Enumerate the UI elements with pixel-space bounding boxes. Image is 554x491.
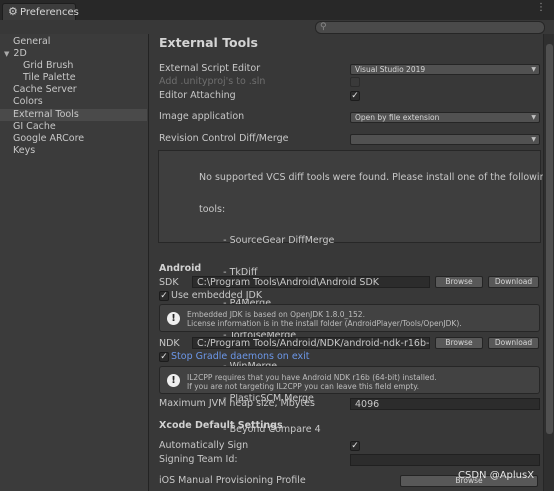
sidebar-item-label: General xyxy=(13,36,51,47)
add-unityproj-checkbox[interactable] xyxy=(350,77,360,87)
info-icon: ! xyxy=(167,312,180,325)
il2cpp-info-line: If you are not targeting IL2CPP you can … xyxy=(187,382,419,391)
checkmark-icon: ✓ xyxy=(160,291,168,301)
page-title: External Tools xyxy=(159,35,258,50)
sidebar-item-tile-palette[interactable]: Tile Palette xyxy=(0,72,147,84)
sidebar-item-label: Colors xyxy=(13,96,43,107)
window-menu-icon[interactable]: ⋮ xyxy=(536,3,546,13)
chevron-down-icon: ▼ xyxy=(531,66,536,73)
vertical-scrollbar[interactable] xyxy=(543,34,554,491)
ndk-download-button[interactable]: Download xyxy=(488,337,539,349)
jdk-info-line: Embedded JDK is based on OpenJDK 1.8.0_1… xyxy=(187,310,365,319)
info-icon: ! xyxy=(167,374,180,387)
scrollbar-thumb[interactable] xyxy=(546,44,553,434)
vcs-message-line: tools: xyxy=(199,203,226,215)
sdk-browse-button[interactable]: Browse xyxy=(435,276,483,288)
use-embedded-jdk-label: Use embedded JDK xyxy=(171,290,263,301)
search-input[interactable]: ⚲ xyxy=(315,21,545,34)
script-editor-dropdown[interactable]: Visual Studio 2019 ▼ xyxy=(350,64,540,75)
jdk-info-box: ! Embedded JDK is based on OpenJDK 1.8.0… xyxy=(159,304,540,332)
image-application-label: Image application xyxy=(159,111,245,122)
sdk-path-field[interactable]: C:\Program Tools\Android\Android SDK xyxy=(192,276,430,288)
sidebar-item-label: GI Cache xyxy=(13,121,56,132)
sidebar-item-gi-cache[interactable]: GI Cache xyxy=(0,121,147,133)
vcs-tool-item: - SourceGear DiffMerge xyxy=(199,235,335,246)
watermark: CSDN @AplusX xyxy=(458,470,535,481)
image-application-dropdown[interactable]: Open by file extension ▼ xyxy=(350,112,540,123)
external-tools-panel: External Tools External Script Editor Vi… xyxy=(149,34,552,491)
chevron-down-icon: ▼ xyxy=(531,136,536,143)
sidebar-item-label: Tile Palette xyxy=(23,72,76,83)
vcs-message-line: No supported VCS diff tools were found. … xyxy=(199,172,552,183)
sdk-download-button[interactable]: Download xyxy=(488,276,539,288)
il2cpp-info-line: IL2CPP requires that you have Android ND… xyxy=(187,373,437,382)
sidebar-item-keys[interactable]: Keys xyxy=(0,145,147,157)
auto-sign-checkbox[interactable]: ✓ xyxy=(350,441,360,451)
stop-gradle-label: Stop Gradle daemons on exit xyxy=(171,351,310,362)
add-unityproj-label: Add .unityproj's to .sln xyxy=(159,76,266,87)
dropdown-value: Visual Studio 2019 xyxy=(355,65,426,74)
jdk-info-line: License information is in the install fo… xyxy=(187,319,462,328)
ios-profile-label: iOS Manual Provisioning Profile xyxy=(159,475,306,486)
sidebar-item-label: Grid Brush xyxy=(23,60,74,71)
sidebar-item-2d[interactable]: ▼ 2D xyxy=(0,48,147,60)
jvm-heap-field[interactable]: 4096 xyxy=(350,398,540,410)
editor-attaching-checkbox[interactable]: ✓ xyxy=(350,91,360,101)
tab-preferences[interactable]: ⚙ Preferences xyxy=(2,3,79,21)
tab-title: Preferences xyxy=(20,7,79,18)
vcs-message-box: No supported VCS diff tools were found. … xyxy=(158,150,552,435)
foldout-arrow-icon[interactable]: ▼ xyxy=(0,50,9,58)
sidebar-item-general[interactable]: General xyxy=(0,36,147,48)
preferences-sidebar: General ▼ 2D Grid Brush Tile Palette Cac… xyxy=(0,34,149,491)
checkmark-icon: ✓ xyxy=(351,441,359,451)
script-editor-label: External Script Editor xyxy=(159,63,261,74)
auto-sign-label: Automatically Sign xyxy=(159,440,249,451)
gear-icon: ⚙ xyxy=(8,5,18,18)
xcode-section-title: Xcode Default Settings xyxy=(159,420,283,431)
editor-attaching-label: Editor Attaching xyxy=(159,90,236,101)
il2cpp-info-box: ! IL2CPP requires that you have Android … xyxy=(159,366,540,394)
sidebar-item-google-arcore[interactable]: Google ARCore xyxy=(0,133,147,145)
sdk-label: SDK xyxy=(159,277,179,288)
sidebar-item-label: Keys xyxy=(13,145,36,156)
sidebar-item-grid-brush[interactable]: Grid Brush xyxy=(0,60,147,72)
sidebar-item-cache-server[interactable]: Cache Server xyxy=(0,84,147,96)
signing-team-field[interactable] xyxy=(350,454,540,466)
android-section-title: Android xyxy=(159,263,202,274)
sidebar-item-label: Google ARCore xyxy=(13,133,85,144)
revision-control-label: Revision Control Diff/Merge xyxy=(159,133,289,144)
jvm-heap-label: Maximum JVM heap size, Mbytes xyxy=(159,398,315,409)
stop-gradle-checkbox[interactable]: ✓ xyxy=(159,352,169,362)
sidebar-item-label: External Tools xyxy=(13,109,79,120)
sidebar-item-label: 2D xyxy=(13,48,27,59)
signing-team-label: Signing Team Id: xyxy=(159,454,238,465)
revision-control-dropdown[interactable]: ▼ xyxy=(350,134,540,145)
ndk-browse-button[interactable]: Browse xyxy=(435,337,483,349)
sidebar-item-colors[interactable]: Colors xyxy=(0,96,147,108)
dropdown-value: Open by file extension xyxy=(355,113,440,122)
ndk-path-field[interactable]: C:/Program Tools/Android/NDK/android-ndk… xyxy=(192,337,430,349)
sidebar-item-label: Cache Server xyxy=(13,84,77,95)
chevron-down-icon: ▼ xyxy=(531,114,536,121)
window-tab-bar: ⚙ Preferences ⋮ xyxy=(0,0,554,21)
checkmark-icon: ✓ xyxy=(351,91,359,101)
use-embedded-jdk-checkbox[interactable]: ✓ xyxy=(159,291,169,301)
search-icon: ⚲ xyxy=(320,22,327,32)
ndk-label: NDK xyxy=(159,338,180,349)
sidebar-item-external-tools[interactable]: External Tools xyxy=(0,109,147,121)
checkmark-icon: ✓ xyxy=(160,352,168,362)
